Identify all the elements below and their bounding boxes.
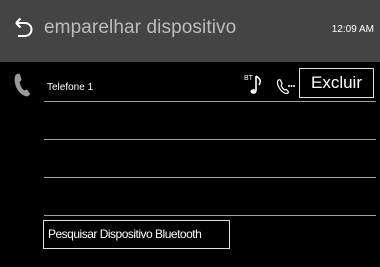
header-bar: emparelhar dispositivo 12:09 AM <box>0 0 380 62</box>
device-row-divider <box>44 101 376 102</box>
device-name[interactable]: Telefone 1 <box>47 82 93 93</box>
empty-row-divider <box>44 215 376 216</box>
empty-row-divider <box>44 139 376 140</box>
bluetooth-phone-icon <box>276 78 296 96</box>
page-title: emparelhar dispositivo <box>44 17 237 38</box>
delete-button[interactable]: Excluir <box>299 68 374 98</box>
back-arrow-icon <box>15 17 33 37</box>
phone-handset-icon <box>13 71 35 99</box>
empty-row-divider <box>44 177 376 178</box>
pairing-screen: emparelhar dispositivo 12:09 AM Telefone… <box>0 0 380 267</box>
device-list: Telefone 1 BT Excluir Pesquisar Disposit… <box>0 62 380 267</box>
bluetooth-audio-icon: BT <box>244 72 268 98</box>
search-bluetooth-device-button[interactable]: Pesquisar Dispositivo Bluetooth <box>43 220 230 249</box>
bt-audio-label: BT <box>244 75 254 82</box>
back-button[interactable] <box>10 14 36 44</box>
clock: 12:09 AM <box>331 24 374 35</box>
